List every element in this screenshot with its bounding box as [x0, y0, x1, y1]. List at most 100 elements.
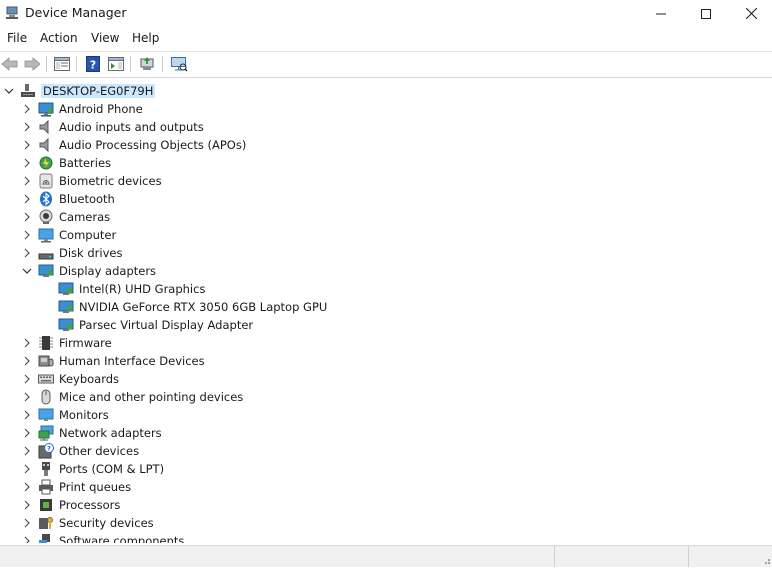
tree-item-security-devices[interactable]: Security devices	[22, 514, 154, 532]
minimize-button[interactable]	[638, 0, 684, 27]
chevron-right-icon[interactable]	[22, 104, 32, 114]
forward-button[interactable]	[22, 55, 42, 73]
tree-item-processors[interactable]: Processors	[22, 496, 120, 514]
monitor-icon	[38, 408, 54, 421]
tree-child-nvidia-rtx-3050[interactable]: NVIDIA GeForce RTX 3050 6GB Laptop GPU	[58, 298, 327, 316]
resize-grip-icon	[765, 559, 770, 564]
chevron-right-icon[interactable]	[22, 194, 32, 204]
printer-icon	[39, 479, 53, 495]
action-pane-button[interactable]	[106, 55, 126, 73]
tree-item-computer[interactable]: Computer	[22, 226, 116, 244]
fingerprint-icon	[39, 173, 53, 189]
menu-help[interactable]: Help	[132, 31, 159, 45]
tree-item-bluetooth[interactable]: Bluetooth	[22, 190, 115, 208]
show-hide-console-tree-icon	[54, 57, 70, 71]
device-manager-app-icon	[5, 6, 19, 20]
tree-item-disk-drives[interactable]: Disk drives	[22, 244, 122, 262]
tree-item-label: Display adapters	[59, 264, 157, 278]
tree-item-display-adapters[interactable]: Display adapters	[22, 262, 156, 280]
tree-root[interactable]: DESKTOP-EG0F79H	[4, 82, 156, 100]
tree-item-biometric-devices[interactable]: Biometric devices	[22, 172, 162, 190]
update-driver-button[interactable]	[137, 55, 157, 73]
tree-item-firmware[interactable]: Firmware	[22, 334, 112, 352]
tree-item-label: Cameras	[59, 210, 111, 224]
resize-grip[interactable]	[758, 546, 772, 567]
chevron-right-icon[interactable]	[22, 122, 32, 132]
back-button[interactable]	[0, 55, 20, 73]
tree-item-label: Intel(R) UHD Graphics	[79, 282, 206, 296]
tree-child-intel-uhd-graphics[interactable]: Intel(R) UHD Graphics	[58, 280, 205, 298]
toolbar-separator	[162, 56, 163, 72]
computer-icon	[38, 228, 54, 243]
back-arrow-icon	[1, 57, 18, 71]
tree-item-label: Keyboards	[59, 372, 120, 386]
tree-item-network-adapters[interactable]: Network adapters	[22, 424, 162, 442]
tree-item-cameras[interactable]: Cameras	[22, 208, 110, 226]
display-adapter-icon	[58, 282, 74, 295]
tree-item-audio-processing-objects[interactable]: Audio Processing Objects (APOs)	[22, 136, 246, 154]
chevron-right-icon[interactable]	[22, 536, 32, 543]
show-hide-console-tree-button[interactable]	[52, 55, 72, 73]
tree-item-label: NVIDIA GeForce RTX 3050 6GB Laptop GPU	[79, 300, 328, 314]
chevron-right-icon[interactable]	[22, 158, 32, 168]
window-title: Device Manager	[25, 5, 127, 20]
tree-item-human-interface-devices[interactable]: Human Interface Devices	[22, 352, 205, 370]
status-bar	[0, 545, 772, 567]
tree-item-keyboards[interactable]: Keyboards	[22, 370, 119, 388]
tree-item-label: Biometric devices	[59, 174, 162, 188]
scan-hardware-button[interactable]	[169, 55, 189, 73]
menu-view[interactable]: View	[91, 31, 119, 45]
tree-item-label: Android Phone	[59, 102, 143, 116]
speaker-icon	[39, 137, 49, 153]
tree-item-label: Mice and other pointing devices	[59, 390, 244, 404]
unknown-device-icon: ?	[38, 443, 54, 459]
chevron-right-icon[interactable]	[22, 356, 32, 366]
help-button[interactable]: ?	[83, 55, 103, 73]
close-button[interactable]	[728, 0, 772, 27]
tree-item-label: Batteries	[59, 156, 112, 170]
chevron-right-icon[interactable]	[22, 230, 32, 240]
chevron-down-icon[interactable]	[4, 86, 14, 96]
chevron-right-icon[interactable]	[22, 410, 32, 420]
chevron-right-icon[interactable]	[22, 464, 32, 474]
tree-item-print-queues[interactable]: Print queues	[22, 478, 131, 496]
tree-root-label: DESKTOP-EG0F79H	[41, 84, 156, 98]
close-icon	[745, 8, 757, 19]
tree-item-label: Computer	[59, 228, 117, 242]
tree-item-ports[interactable]: Ports (COM & LPT)	[22, 460, 164, 478]
hid-icon	[38, 355, 54, 367]
tree-item-label: Parsec Virtual Display Adapter	[79, 318, 254, 332]
toolbar-separator	[76, 56, 77, 72]
chevron-right-icon[interactable]	[22, 428, 32, 438]
chevron-right-icon[interactable]	[22, 248, 32, 258]
display-adapter-icon	[58, 300, 74, 313]
menu-file[interactable]: File	[7, 31, 27, 45]
keyboard-icon	[38, 374, 54, 384]
tree-item-other-devices[interactable]: ? Other devices	[22, 442, 139, 460]
tree-item-audio-inputs-outputs[interactable]: Audio inputs and outputs	[22, 118, 204, 136]
chevron-right-icon[interactable]	[22, 500, 32, 510]
menu-action[interactable]: Action	[40, 31, 78, 45]
chevron-right-icon[interactable]	[22, 392, 32, 402]
tree-item-monitors[interactable]: Monitors	[22, 406, 109, 424]
chevron-right-icon[interactable]	[22, 338, 32, 348]
chevron-right-icon[interactable]	[22, 212, 32, 222]
toolbar-separator	[46, 56, 47, 72]
chevron-right-icon[interactable]	[22, 374, 32, 384]
tree-item-android-phone[interactable]: Android Phone	[22, 100, 143, 118]
tree-item-batteries[interactable]: Batteries	[22, 154, 111, 172]
chevron-right-icon[interactable]	[22, 140, 32, 150]
battery-icon	[39, 156, 53, 170]
chevron-right-icon[interactable]	[22, 446, 32, 456]
chevron-right-icon[interactable]	[22, 482, 32, 492]
tree-item-label: Network adapters	[59, 426, 162, 440]
maximize-button[interactable]	[683, 0, 729, 27]
tree-item-mice[interactable]: Mice and other pointing devices	[22, 388, 243, 406]
chevron-right-icon[interactable]	[22, 176, 32, 186]
display-adapter-icon	[38, 264, 54, 277]
chevron-down-icon[interactable]	[22, 266, 32, 276]
tree-child-parsec-virtual-display[interactable]: Parsec Virtual Display Adapter	[58, 316, 253, 334]
disk-drive-icon	[38, 253, 54, 260]
chevron-right-icon[interactable]	[22, 518, 32, 528]
tree-item-software-components[interactable]: Software components	[22, 532, 184, 543]
